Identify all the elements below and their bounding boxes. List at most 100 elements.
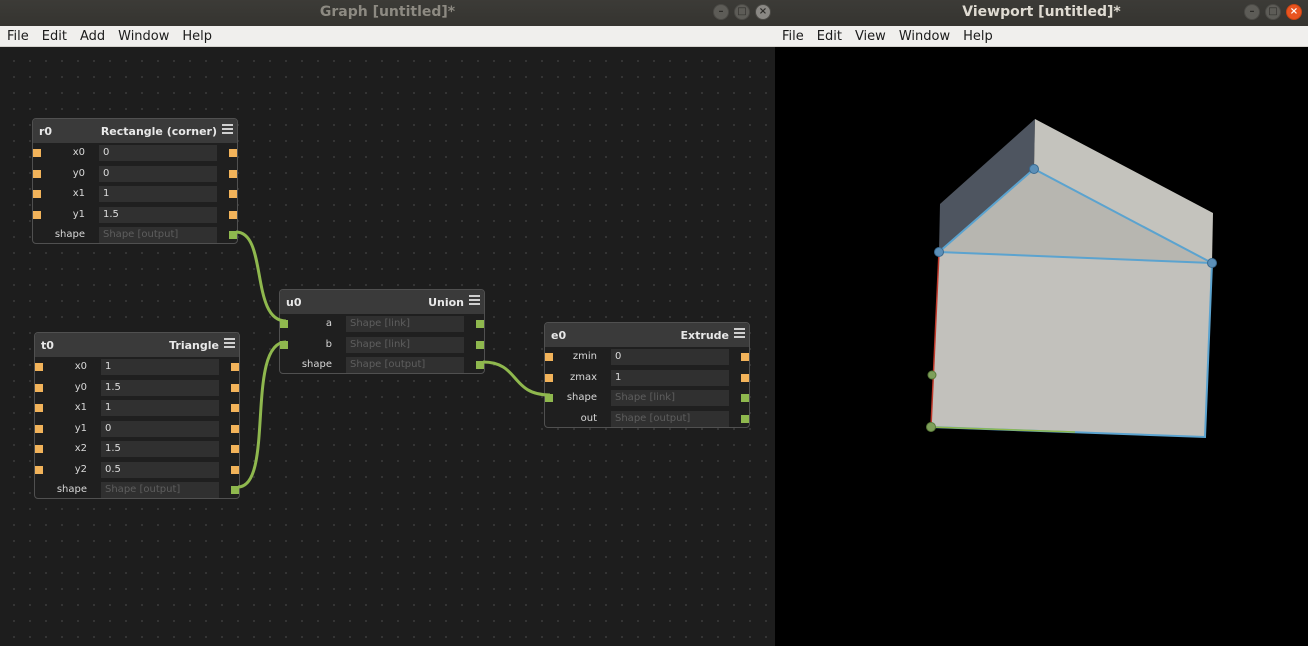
node-row-b: b Shape [link] <box>280 335 484 356</box>
hamburger-icon[interactable] <box>222 124 233 136</box>
graph-titlebar: Graph [untitled]* – □ × <box>0 0 775 26</box>
node-header[interactable]: e0 Extrude <box>545 323 749 347</box>
value-field[interactable]: 1 <box>101 400 219 416</box>
output-port[interactable] <box>476 361 484 369</box>
minimize-button[interactable]: – <box>713 4 729 20</box>
value-field[interactable]: 1.5 <box>101 379 219 396</box>
row-label: y1 <box>74 422 87 434</box>
value-field[interactable]: 0.5 <box>101 461 219 478</box>
row-label: x0 <box>74 361 87 372</box>
output-port[interactable] <box>741 353 749 361</box>
hamburger-icon[interactable] <box>734 328 745 340</box>
node-row-x0: x0 1 <box>35 357 239 378</box>
output-port[interactable] <box>741 373 749 382</box>
value-field[interactable]: 1.5 <box>101 441 219 457</box>
menu-help[interactable]: Help <box>956 29 999 44</box>
node-id: t0 <box>41 339 54 352</box>
node-id: e0 <box>551 329 567 342</box>
node-row-shape: shape Shape [output] <box>280 355 484 376</box>
menu-view[interactable]: View <box>848 29 892 44</box>
node-header[interactable]: t0 Triangle <box>35 333 239 357</box>
node-type: Union <box>428 296 464 309</box>
output-port[interactable] <box>476 320 484 328</box>
viewport-window: Viewport [untitled]* – □ × File Edit Vie… <box>775 0 1308 646</box>
value-field[interactable]: 0 <box>99 165 217 182</box>
row-label: y1 <box>72 208 85 220</box>
output-port[interactable] <box>229 169 237 178</box>
output-port[interactable] <box>231 486 239 494</box>
output-port[interactable] <box>231 424 239 433</box>
value-field: Shape [output] <box>611 410 729 427</box>
node-row-zmin: zmin 0 <box>545 347 749 368</box>
row-label: out <box>580 412 597 424</box>
node-row-out: out Shape [output] <box>545 409 749 430</box>
node-row-a: a Shape [link] <box>280 314 484 335</box>
row-label: y2 <box>74 463 87 475</box>
node-row-shape: shape Shape [output] <box>35 480 239 501</box>
menu-edit[interactable]: Edit <box>810 29 848 44</box>
node-r0[interactable]: r0 Rectangle (corner) x0 0 y0 0 x1 1 y1 … <box>32 118 238 244</box>
value-field: Shape [output] <box>99 227 217 243</box>
minimize-button[interactable]: – <box>1244 4 1260 20</box>
node-t0[interactable]: t0 Triangle x0 1 y0 1.5 x1 1 y1 0 x2 1.5… <box>34 332 240 499</box>
value-field: Shape [link] <box>346 336 464 353</box>
output-port[interactable] <box>741 414 749 423</box>
hamburger-icon[interactable] <box>469 295 480 307</box>
node-type: Triangle <box>169 339 219 352</box>
maximize-button[interactable]: □ <box>734 4 750 20</box>
row-label: zmax <box>569 371 597 383</box>
row-label: shape <box>301 359 332 370</box>
value-field[interactable]: 1 <box>611 369 729 386</box>
value-field[interactable]: 0 <box>99 145 217 161</box>
output-port[interactable] <box>741 394 749 402</box>
menu-edit[interactable]: Edit <box>35 29 73 44</box>
output-port[interactable] <box>231 383 239 392</box>
output-port[interactable] <box>476 340 484 349</box>
viewport-title: Viewport [untitled]* <box>962 4 1121 20</box>
menu-help[interactable]: Help <box>175 29 218 44</box>
value-field: Shape [output] <box>101 482 219 498</box>
node-header[interactable]: u0 Union <box>280 290 484 314</box>
row-label: zmin <box>572 351 597 362</box>
value-field[interactable]: 0 <box>101 420 219 437</box>
menu-window[interactable]: Window <box>111 29 175 44</box>
value-field[interactable]: 0 <box>611 349 729 365</box>
menu-file[interactable]: File <box>775 29 810 44</box>
vertex-handle <box>927 370 937 380</box>
node-e0[interactable]: e0 Extrude zmin 0 zmax 1 shape Shape [li… <box>544 322 750 428</box>
output-port[interactable] <box>231 363 239 371</box>
graph-title: Graph [untitled]* <box>319 4 456 20</box>
node-row-x1: x1 1 <box>35 398 239 419</box>
output-port[interactable] <box>231 404 239 412</box>
node-u0[interactable]: u0 Union a Shape [link] b Shape [link] s… <box>279 289 485 374</box>
output-port[interactable] <box>231 445 239 453</box>
row-label: shape <box>54 229 85 240</box>
graph-window: Graph [untitled]* – □ × File Edit Add Wi… <box>0 0 775 646</box>
node-header[interactable]: r0 Rectangle (corner) <box>33 119 237 143</box>
maximize-button[interactable]: □ <box>1265 4 1281 20</box>
value-field: Shape [output] <box>346 357 464 373</box>
value-field: Shape [link] <box>611 390 729 406</box>
row-label: shape <box>566 392 597 403</box>
menu-add[interactable]: Add <box>73 29 111 44</box>
output-port[interactable] <box>231 465 239 474</box>
3d-viewport[interactable] <box>775 47 1308 646</box>
output-port[interactable] <box>229 190 237 198</box>
close-button[interactable]: × <box>755 4 771 20</box>
close-button[interactable]: × <box>1286 4 1302 20</box>
menu-window[interactable]: Window <box>892 29 956 44</box>
output-port[interactable] <box>229 210 237 219</box>
value-field[interactable]: 1 <box>99 186 217 202</box>
menu-file[interactable]: File <box>0 29 35 44</box>
node-row-x2: x2 1.5 <box>35 439 239 460</box>
row-label: y0 <box>72 167 85 179</box>
value-field[interactable]: 1.5 <box>99 206 217 223</box>
value-field[interactable]: 1 <box>101 359 219 375</box>
node-row-x1: x1 1 <box>33 184 237 205</box>
node-type: Extrude <box>680 329 729 342</box>
graph-menubar: File Edit Add Window Help <box>0 26 775 47</box>
output-port[interactable] <box>229 149 237 157</box>
output-port[interactable] <box>229 231 237 239</box>
hamburger-icon[interactable] <box>224 338 235 350</box>
node-row-y1: y1 1.5 <box>33 205 237 226</box>
